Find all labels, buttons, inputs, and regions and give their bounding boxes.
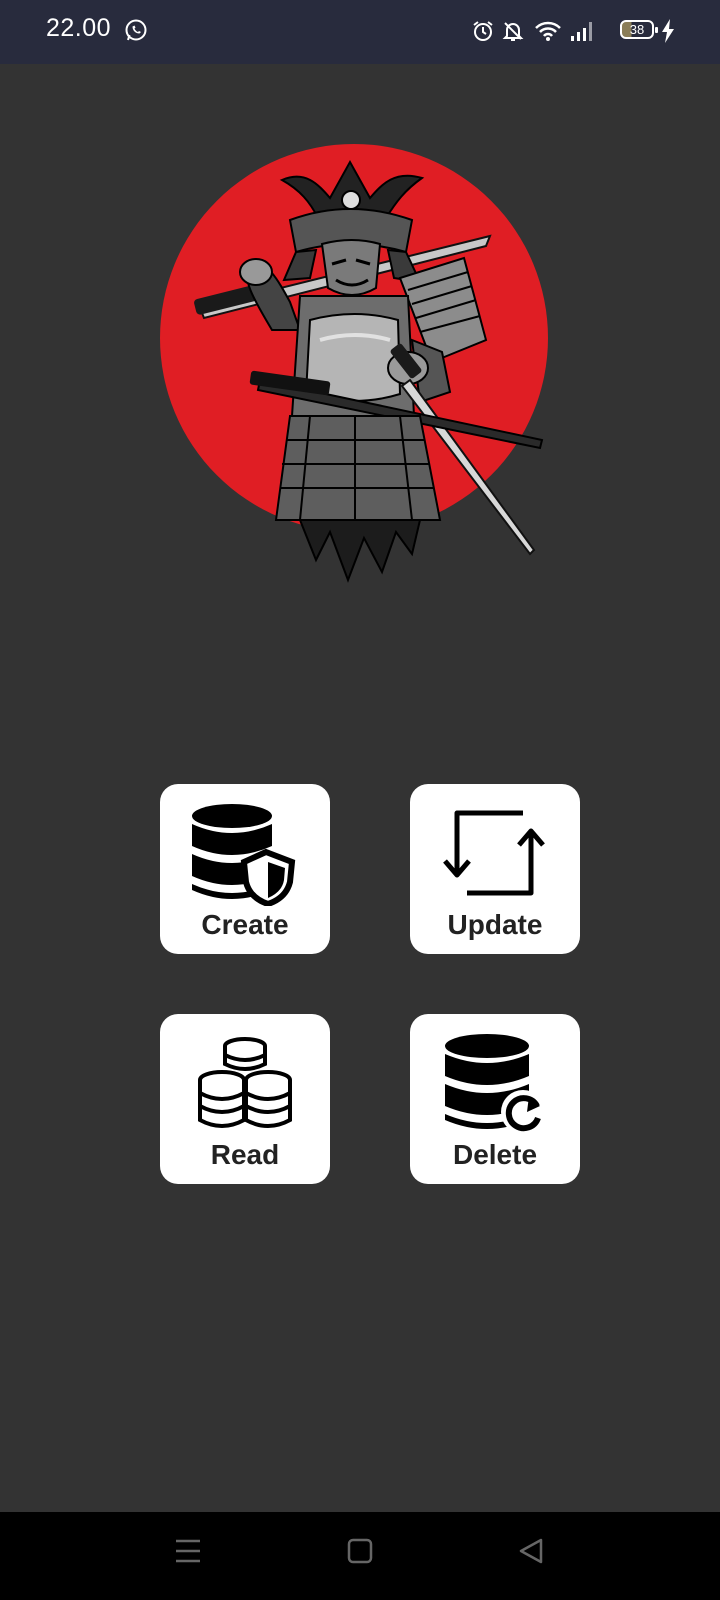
update-label: Update: [447, 909, 543, 940]
samurai-illustration: [160, 144, 548, 583]
signal-icon: [571, 22, 592, 41]
status-time: 22.00: [46, 14, 112, 42]
database-shield-icon: [192, 804, 296, 906]
update-button[interactable]: Update: [410, 784, 580, 954]
alarm-icon: [473, 21, 493, 41]
battery-cap: [655, 27, 658, 33]
back-icon[interactable]: [518, 1538, 544, 1564]
battery-icon: 38: [620, 20, 654, 39]
read-label: Read: [210, 1139, 280, 1170]
whatsapp-icon: [125, 19, 147, 41]
battery-level: 38: [629, 22, 645, 37]
database-refresh-icon: [445, 1034, 545, 1134]
read-button[interactable]: Read: [160, 1014, 330, 1184]
navigation-bar: [0, 1512, 720, 1600]
delete-label: Delete: [452, 1139, 538, 1170]
home-icon[interactable]: [347, 1538, 373, 1564]
menu-icon[interactable]: [175, 1538, 201, 1564]
status-bar: 22.00 38: [0, 0, 720, 64]
delete-button[interactable]: Delete: [410, 1014, 580, 1184]
wifi-icon: [535, 21, 561, 41]
stacked-databases-icon: [198, 1037, 292, 1128]
sync-arrows-icon: [443, 810, 545, 896]
charging-icon: [662, 19, 674, 43]
notifications-muted-icon: [502, 22, 524, 41]
create-button[interactable]: Create: [160, 784, 330, 954]
create-label: Create: [201, 909, 289, 940]
